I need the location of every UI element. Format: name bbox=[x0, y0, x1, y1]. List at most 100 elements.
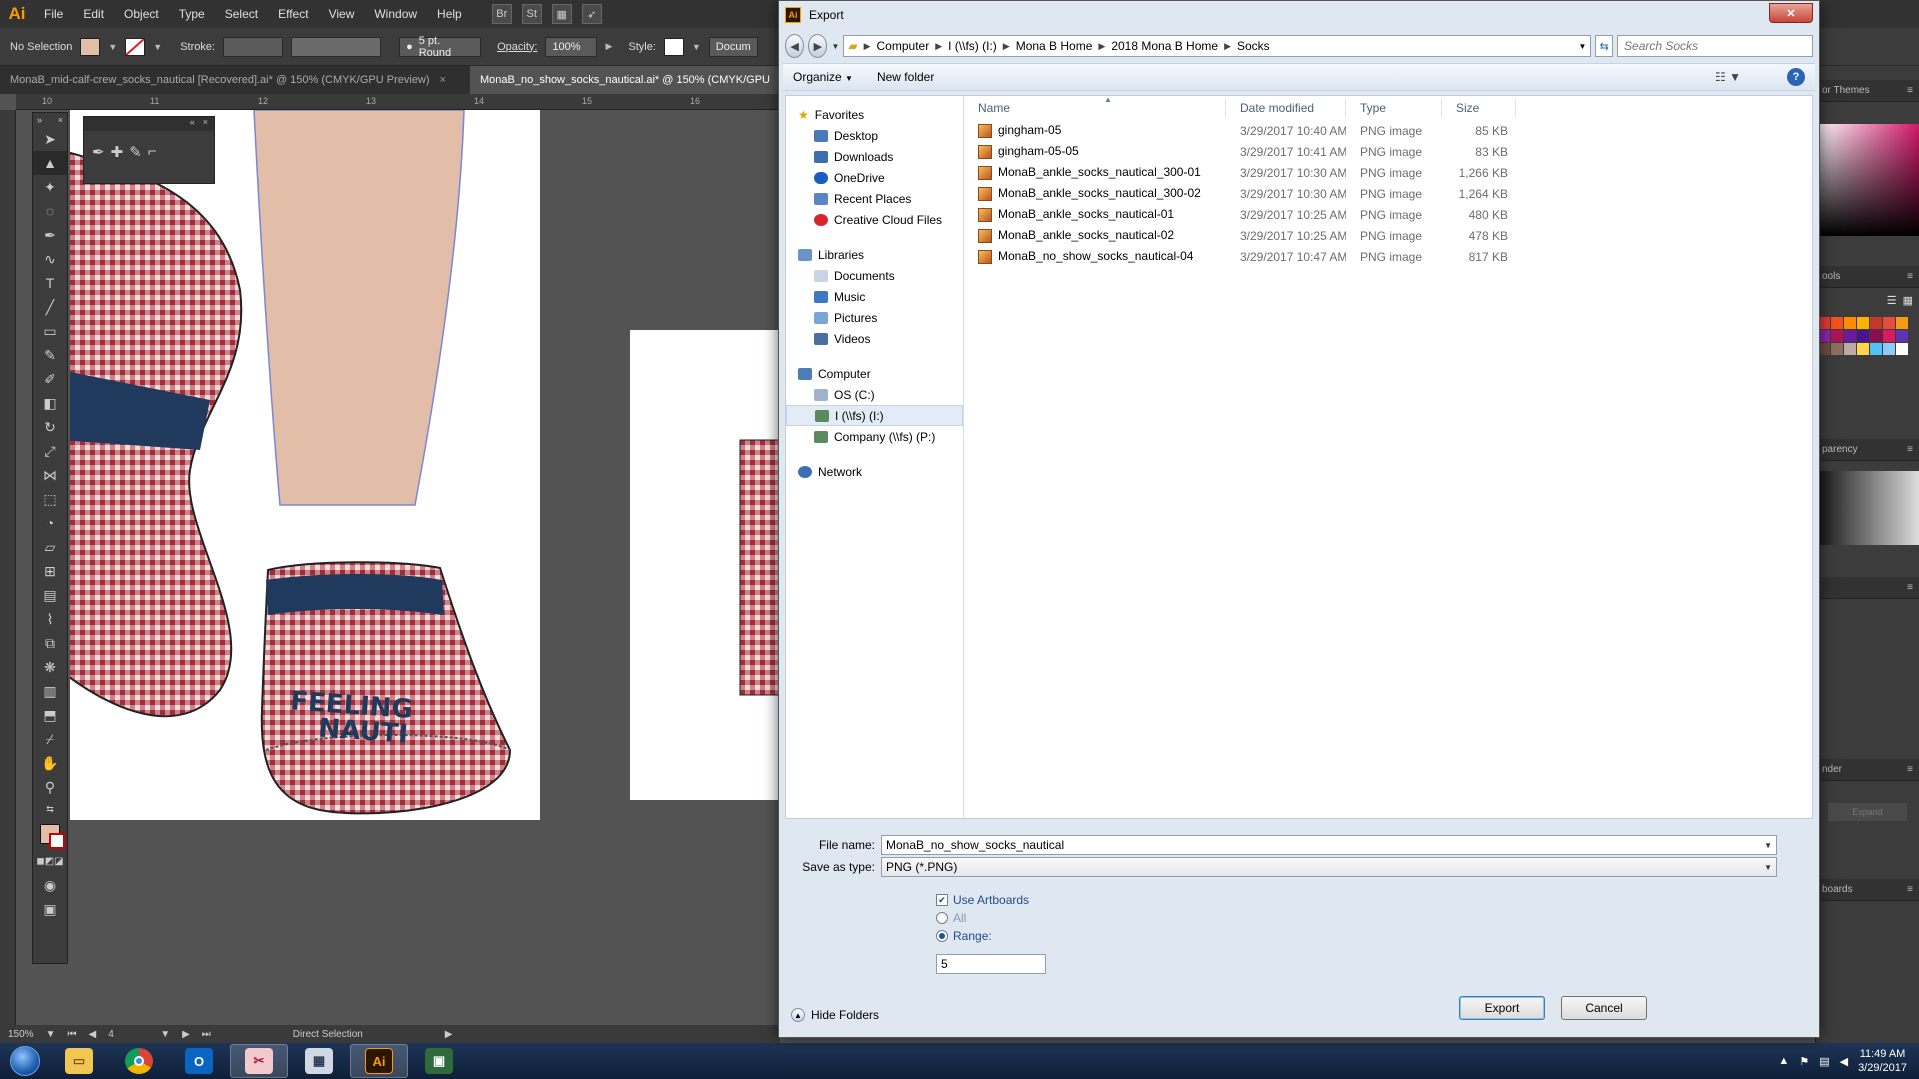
doc-tab-no-show[interactable]: MonaB_no_show_socks_nautical.ai* @ 150% … bbox=[470, 66, 780, 94]
menu-file[interactable]: File bbox=[34, 0, 73, 28]
color-mode-icons[interactable]: ◼◩◪ bbox=[33, 849, 67, 873]
gpu-performance-icon[interactable]: ➶ bbox=[581, 4, 602, 24]
chevron-down-icon[interactable]: ▼ bbox=[108, 42, 117, 52]
line-tool-icon[interactable]: ╱ bbox=[33, 295, 67, 319]
eyedropper-tool-icon[interactable]: ⌇ bbox=[33, 607, 67, 631]
shape-builder-tool-icon[interactable]: ◔ bbox=[33, 511, 67, 535]
breadcrumb-2018-mona-b-home[interactable]: 2018 Mona B Home bbox=[1111, 39, 1218, 53]
nav-downloads[interactable]: Downloads bbox=[786, 146, 963, 167]
mesh-tool-icon[interactable]: ⊞ bbox=[33, 559, 67, 583]
panel-menu-icon[interactable]: ≡ bbox=[1907, 884, 1913, 895]
start-button[interactable] bbox=[0, 1043, 50, 1079]
panel-menu-icon[interactable]: ≡ bbox=[1907, 444, 1913, 455]
column-date-modified[interactable]: Date modified bbox=[1226, 98, 1346, 118]
chevron-down-icon[interactable]: ▼ bbox=[153, 42, 162, 52]
chevron-right-icon[interactable]: ▶ bbox=[605, 41, 612, 52]
address-bar[interactable]: ▰ ▶ Computer ▶ I (\\fs) (I:) ▶ Mona B Ho… bbox=[843, 35, 1592, 57]
network-icon[interactable]: ▤ bbox=[1819, 1055, 1829, 1068]
drawing-modes-icon[interactable]: ◉ bbox=[33, 873, 67, 897]
volume-icon[interactable]: ◀ bbox=[1840, 1055, 1848, 1068]
bridge-icon[interactable]: Br bbox=[491, 4, 512, 24]
nav-drive-i[interactable]: I (\\fs) (I:) bbox=[786, 405, 963, 426]
back-button[interactable]: ◀ bbox=[785, 34, 805, 58]
change-view-icon[interactable]: ☷ ▼ bbox=[1715, 70, 1741, 84]
nav-recent-places[interactable]: Recent Places bbox=[786, 188, 963, 209]
show-hidden-icons[interactable]: ▲ bbox=[1778, 1055, 1789, 1067]
nav-documents[interactable]: Documents bbox=[786, 265, 963, 286]
nav-network[interactable]: Network bbox=[786, 461, 963, 482]
forward-button[interactable]: ▶ bbox=[808, 34, 828, 58]
nav-creative-cloud[interactable]: Creative Cloud Files bbox=[786, 209, 963, 230]
menu-type[interactable]: Type bbox=[169, 0, 215, 28]
artboard[interactable]: FEELING NAUTI bbox=[70, 110, 540, 820]
file-row[interactable]: MonaB_ankle_socks_nautical-02 3/29/2017 1… bbox=[964, 225, 1812, 246]
panel-title-layers[interactable]: nder bbox=[1822, 764, 1842, 775]
chevron-right-icon[interactable]: ▶ bbox=[1098, 41, 1105, 52]
taskbar-outlook[interactable]: O bbox=[170, 1044, 228, 1078]
refresh-button[interactable]: ⇆ bbox=[1595, 35, 1614, 57]
sock-artwork[interactable]: FEELING NAUTI bbox=[70, 110, 540, 820]
grid-view-icon[interactable]: ▦ bbox=[1903, 294, 1913, 307]
new-folder-button[interactable]: New folder bbox=[877, 70, 934, 84]
curvature-tool-icon[interactable]: ∿ bbox=[33, 247, 67, 271]
hide-folders-button[interactable]: ▲ Hide Folders bbox=[791, 1008, 879, 1022]
nav-drive-p[interactable]: Company (\\fs) (P:) bbox=[786, 426, 963, 447]
file-row[interactable]: MonaB_ankle_socks_nautical-01 3/29/2017 1… bbox=[964, 204, 1812, 225]
dialog-titlebar[interactable]: Ai Export ✕ bbox=[779, 1, 1819, 29]
nav-music[interactable]: Music bbox=[786, 286, 963, 307]
close-icon[interactable]: × bbox=[203, 117, 208, 131]
file-row[interactable]: MonaB_ankle_socks_nautical_300-02 3/29/20… bbox=[964, 183, 1812, 204]
panel-menu-icon[interactable]: ≡ bbox=[1907, 85, 1913, 96]
free-transform-tool-icon[interactable]: ⬚ bbox=[33, 487, 67, 511]
nav-pictures[interactable]: Pictures bbox=[786, 307, 963, 328]
range-option[interactable]: Range: bbox=[936, 929, 992, 943]
chevron-down-icon[interactable]: ▼ bbox=[1578, 42, 1586, 51]
file-row[interactable]: gingham-05-05 3/29/2017 10:41 AM PNG image… bbox=[964, 141, 1812, 162]
fill-swatch[interactable] bbox=[80, 37, 101, 56]
file-row[interactable]: MonaB_ankle_socks_nautical_300-01 3/29/20… bbox=[964, 162, 1812, 183]
expand-button[interactable]: Expand bbox=[1828, 803, 1907, 821]
perspective-grid-tool-icon[interactable]: ▱ bbox=[33, 535, 67, 559]
collapse-icon[interactable]: » bbox=[37, 115, 42, 125]
panel-menu-icon[interactable]: ≡ bbox=[1907, 582, 1913, 593]
panel-title-transparency[interactable]: parency bbox=[1822, 444, 1858, 455]
flag-icon[interactable]: ⚑ bbox=[1799, 1055, 1809, 1068]
column-type[interactable]: Type bbox=[1346, 98, 1442, 118]
menu-effect[interactable]: Effect bbox=[268, 0, 318, 28]
panel-menu-icon[interactable]: ≡ bbox=[1907, 271, 1913, 282]
stroke-swatch[interactable] bbox=[125, 37, 146, 56]
breadcrumb-computer[interactable]: Computer bbox=[877, 39, 930, 53]
nav-drive-c[interactable]: OS (C:) bbox=[786, 384, 963, 405]
chevron-down-icon[interactable]: ▼ bbox=[46, 1029, 56, 1040]
menu-edit[interactable]: Edit bbox=[73, 0, 114, 28]
all-option[interactable]: All bbox=[936, 911, 966, 925]
nav-videos[interactable]: Videos bbox=[786, 328, 963, 349]
opacity-field[interactable]: 100% bbox=[545, 36, 598, 57]
chevron-right-icon[interactable]: ▶ bbox=[1003, 41, 1010, 52]
close-icon[interactable]: × bbox=[58, 115, 63, 125]
doc-tab-mid-calf[interactable]: MonaB_mid-calf-crew_socks_nautical [Reco… bbox=[0, 66, 470, 94]
delete-anchor-point-icon[interactable]: ✎ bbox=[129, 143, 142, 161]
menu-object[interactable]: Object bbox=[114, 0, 169, 28]
column-size[interactable]: Size bbox=[1442, 98, 1516, 118]
chevron-right-icon[interactable]: ▶ bbox=[1224, 41, 1231, 52]
stroke-weight-field[interactable] bbox=[223, 36, 284, 57]
use-artboards-checkbox[interactable]: ✔ bbox=[936, 894, 948, 906]
taskbar-calculator[interactable]: ▦ bbox=[290, 1044, 348, 1078]
chevron-right-icon[interactable]: ▶ bbox=[864, 41, 871, 52]
close-icon[interactable]: × bbox=[440, 74, 446, 86]
document-setup-button[interactable]: Docum bbox=[708, 36, 758, 57]
taskbar-illustrator[interactable]: Ai bbox=[350, 1044, 408, 1078]
chevron-down-icon[interactable]: ▼ bbox=[160, 1029, 170, 1040]
chevron-down-icon[interactable]: ▼ bbox=[1764, 841, 1772, 850]
variable-width-profile[interactable] bbox=[291, 36, 382, 57]
breadcrumb-drive-i[interactable]: I (\\fs) (I:) bbox=[948, 39, 997, 53]
swap-fill-stroke-icon[interactable]: ⇆ bbox=[33, 799, 67, 819]
hand-tool-icon[interactable]: ✋ bbox=[33, 751, 67, 775]
taskbar-chrome[interactable] bbox=[110, 1044, 168, 1078]
lasso-tool-icon[interactable]: ◌ bbox=[33, 199, 67, 223]
slice-tool-icon[interactable]: ⌿ bbox=[33, 727, 67, 751]
all-radio[interactable] bbox=[936, 912, 948, 924]
collapse-icon[interactable]: « bbox=[190, 117, 195, 131]
nav-desktop[interactable]: Desktop bbox=[786, 125, 963, 146]
